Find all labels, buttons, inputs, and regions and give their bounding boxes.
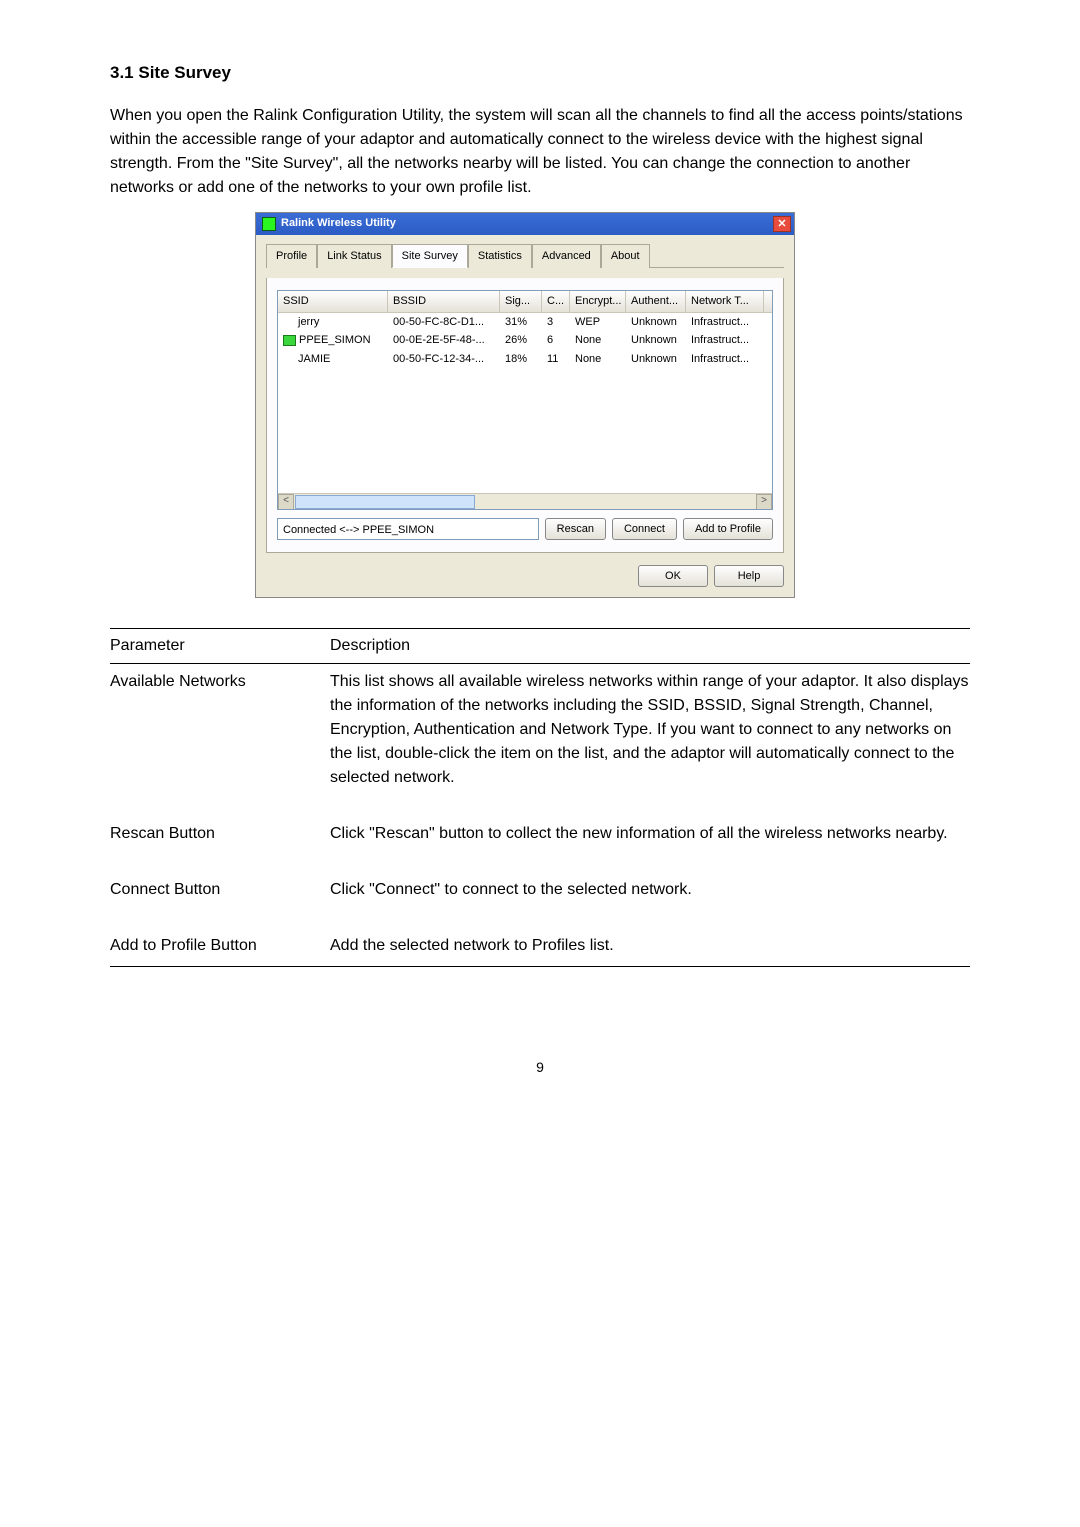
tab-advanced[interactable]: Advanced [532,244,601,269]
intro-paragraph: When you open the Ralink Configuration U… [110,104,970,200]
rescan-button[interactable]: Rescan [545,518,606,540]
table-row[interactable]: PPEE_SIMON 00-0E-2E-5F-48-... 26% 6 None… [278,331,772,350]
param-desc: Add the selected network to Profiles lis… [330,928,970,967]
connection-status: Connected <--> PPEE_SIMON [277,518,539,540]
signal-icon [283,335,296,346]
param-name: Rescan Button [110,816,330,872]
scroll-right-icon[interactable]: > [756,494,772,510]
column-network-type[interactable]: Network T... [686,291,764,312]
connect-button[interactable]: Connect [612,518,677,540]
tab-site-survey[interactable]: Site Survey [392,244,468,269]
param-name: Available Networks [110,664,330,817]
list-header: SSID BSSID Sig... C... Encrypt... Authen… [278,291,772,313]
table-row: Connect Button Click "Connect" to connec… [110,872,970,928]
param-header: Parameter [110,629,330,664]
app-icon [262,217,276,231]
param-desc: Click "Connect" to connect to the select… [330,872,970,928]
tab-bar: Profile Link Status Site Survey Statisti… [266,243,784,269]
scroll-thumb[interactable] [295,495,475,509]
param-desc: This list shows all available wireless n… [330,664,970,817]
tab-profile[interactable]: Profile [266,244,317,269]
column-bssid[interactable]: BSSID [388,291,500,312]
parameter-table: Parameter Description Available Networks… [110,628,970,967]
section-heading: 3.1 Site Survey [110,60,970,86]
close-icon[interactable]: ✕ [773,216,791,232]
column-encrypt[interactable]: Encrypt... [570,291,626,312]
table-row[interactable]: jerry 00-50-FC-8C-D1... 31% 3 WEP Unknow… [278,313,772,332]
table-row: Available Networks This list shows all a… [110,664,970,817]
param-desc: Click "Rescan" button to collect the new… [330,816,970,872]
param-name: Add to Profile Button [110,928,330,967]
tab-about[interactable]: About [601,244,650,269]
column-channel[interactable]: C... [542,291,570,312]
table-row: Rescan Button Click "Rescan" button to c… [110,816,970,872]
param-name: Connect Button [110,872,330,928]
help-button[interactable]: Help [714,565,784,587]
tab-statistics[interactable]: Statistics [468,244,532,269]
column-auth[interactable]: Authent... [626,291,686,312]
titlebar: Ralink Wireless Utility ✕ [256,213,794,235]
ok-button[interactable]: OK [638,565,708,587]
scroll-left-icon[interactable]: < [278,494,294,510]
tab-link-status[interactable]: Link Status [317,244,391,269]
app-window: Ralink Wireless Utility ✕ Profile Link S… [255,212,795,599]
column-signal[interactable]: Sig... [500,291,542,312]
table-row: Add to Profile Button Add the selected n… [110,928,970,967]
window-title: Ralink Wireless Utility [281,215,396,232]
table-row[interactable]: JAMIE 00-50-FC-12-34-... 18% 11 None Unk… [278,350,772,369]
add-to-profile-button[interactable]: Add to Profile [683,518,773,540]
network-list[interactable]: SSID BSSID Sig... C... Encrypt... Authen… [277,290,773,510]
page-number: 9 [110,1057,970,1078]
horizontal-scrollbar[interactable]: < > [278,493,772,509]
column-ssid[interactable]: SSID [278,291,388,312]
desc-header: Description [330,629,970,664]
